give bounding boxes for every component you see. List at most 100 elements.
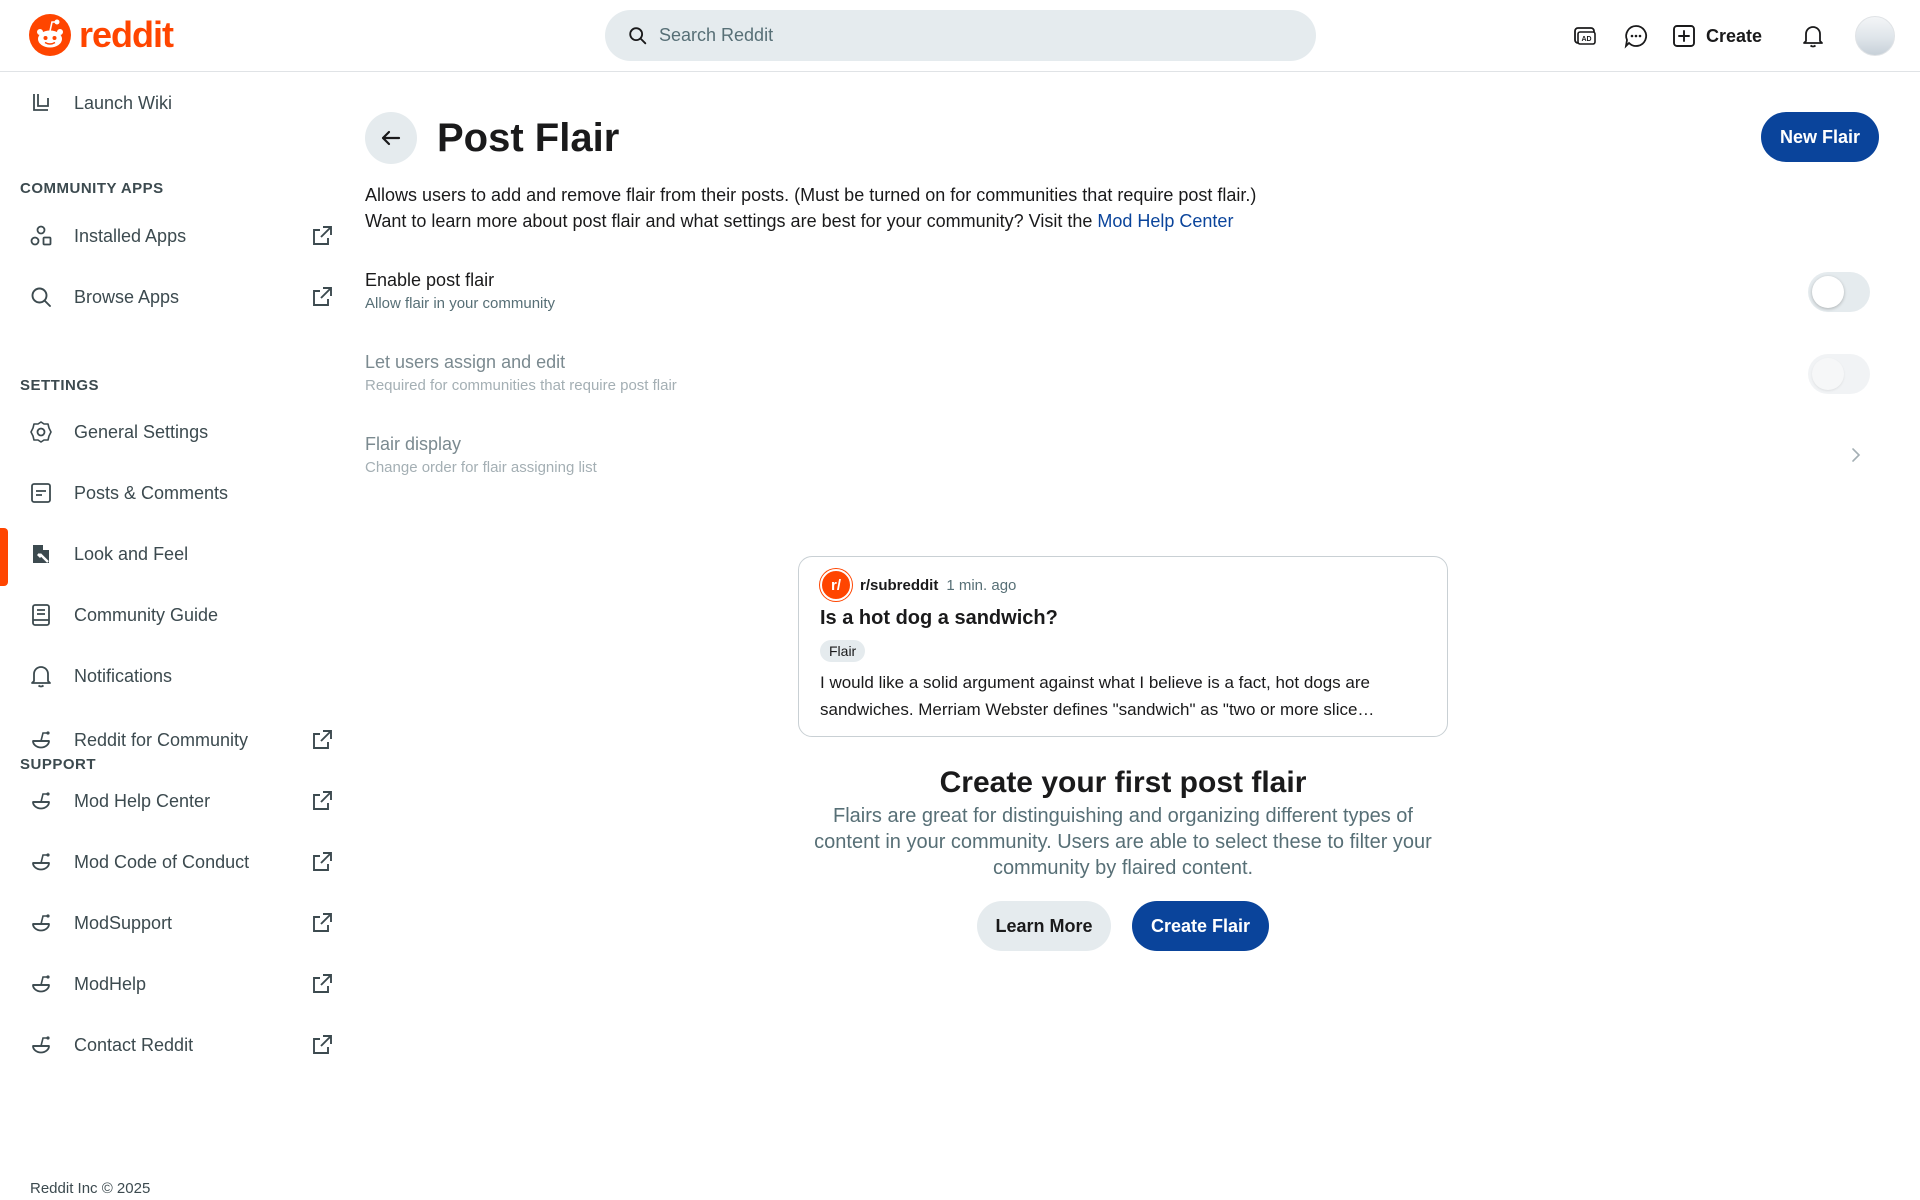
sidebar-item-contact-reddit[interactable]: Contact Reddit [0,1017,345,1073]
external-link-icon [313,913,332,932]
search-input[interactable] [659,25,1259,46]
sidebar-item-label: Installed Apps [74,225,187,246]
sidebar-item-label: General Settings [74,421,209,442]
logo-wordmark: reddit [79,14,174,55]
learn-more-button[interactable]: Learn More [977,901,1111,951]
sidebar-item-community-guide[interactable]: Community Guide [0,587,345,643]
page-title: Post Flair [437,116,620,160]
enable-post-flair-toggle[interactable] [1808,272,1870,312]
let-users-assign-toggle[interactable] [1808,354,1870,394]
setting-subtitle: Allow flair in your community [365,295,556,312]
post-icon [28,480,54,506]
sidebar-item-modhelp[interactable]: ModHelp [0,956,345,1012]
sidebar-item-posts-comments[interactable]: Posts & Comments [0,465,345,521]
setting-let-users-assign: Let users assign and edit Required for c… [365,350,1875,396]
create-flair-button[interactable]: Create Flair [1132,901,1269,951]
sidebar-item-label: Community Guide [74,604,219,625]
snoo-icon [28,1032,54,1058]
snoo-icon [28,910,54,936]
wiki-icon [28,90,54,116]
create-label: Create [1706,25,1763,46]
sidebar-item-label: Reddit for Community [74,729,249,750]
advertise-icon: AD [1574,27,1596,45]
description-line-1: Allows users to add and remove flair fro… [365,185,1257,205]
notification-icon [1803,26,1823,48]
sidebar-item-label: ModHelp [74,973,147,994]
external-link-icon [313,226,332,245]
sidebar-item-label: Mod Help Center [74,790,211,811]
sidebar-item-label: Browse Apps [74,286,180,307]
mod-help-center-link[interactable]: Mod Help Center [1097,211,1233,231]
snoo-icon [28,788,54,814]
sidebar-item-reddit-for-community[interactable]: Reddit for Community [0,712,345,768]
sidebar-item-general-settings[interactable]: General Settings [0,404,345,460]
subreddit-name: r/subreddit [860,576,939,594]
empty-state-title: Create your first post flair [939,766,1307,799]
chat-icon [1624,25,1648,49]
section-heading-settings: SETTINGS [20,377,100,394]
snoo-icon [28,727,54,753]
setting-enable-post-flair: Enable post flair Allow flair in your co… [365,268,1875,314]
bell-icon [28,663,54,689]
chat-button[interactable] [1620,20,1652,52]
sidebar-item-label: Look and Feel [74,543,189,564]
top-header: reddit AD Create [0,0,1920,72]
sidebar-item-label: Posts & Comments [74,482,229,503]
sidebar-item-label: Mod Code of Conduct [74,851,250,872]
setting-title: Enable post flair [365,270,495,290]
gear-icon [28,419,54,445]
sidebar-item-label: Notifications [74,665,173,686]
notifications-button[interactable] [1797,20,1829,52]
toggle-knob [1812,358,1844,390]
search-icon [28,284,54,310]
setting-subtitle: Change order for flair assigning list [365,459,597,476]
sidebar-item-notifications[interactable]: Notifications [0,648,345,704]
page-description: Allows users to add and remove flair fro… [365,182,1256,234]
description-line-2: Want to learn more about post flair and … [365,208,1256,234]
sidebar-item-look-and-feel[interactable]: Look and Feel [0,526,345,586]
external-link-icon [313,287,332,306]
snoo-logo-icon [29,14,71,56]
setting-flair-display[interactable]: Flair display Change order for flair ass… [365,432,1875,478]
chevron-right-icon[interactable] [1846,445,1866,465]
setting-title: Flair display [365,434,462,454]
post-meta: r/ r/subreddit 1 min. ago [820,569,1016,601]
new-flair-button[interactable]: New Flair [1761,112,1879,162]
external-link-icon [313,730,332,749]
arrow-left-icon [381,130,401,146]
user-avatar[interactable] [1855,16,1895,56]
sidebar-item-mod-help-center[interactable]: Mod Help Center [0,773,345,829]
external-link-icon [313,1035,332,1054]
setting-subtitle: Required for communities that require po… [365,377,677,394]
flair-tag: Flair [820,640,866,662]
sidebar-item-label: ModSupport [74,912,173,933]
reddit-logo[interactable]: reddit [29,14,174,56]
sidebar-item-label: Launch Wiki [74,92,173,113]
sidebar-item-mod-code-of-conduct[interactable]: Mod Code of Conduct [0,834,345,890]
sidebar-item-browse-apps[interactable]: Browse Apps [0,269,345,325]
description-text: Want to learn more about post flair and … [365,211,1093,231]
setting-title: Let users assign and edit [365,352,566,372]
left-sidebar: Launch Wiki COMMUNITY APPS Installed App… [0,73,345,1200]
sidebar-item-installed-apps[interactable]: Installed Apps [0,208,345,264]
brush-icon [28,541,54,567]
copyright-footer: Reddit Inc © 2025 [30,1180,151,1197]
sidebar-item-label: Contact Reddit [74,1034,194,1055]
create-button[interactable]: Create [1672,18,1762,54]
subreddit-icon: r/ [820,569,852,601]
search-bar[interactable] [605,10,1316,61]
post-time: 1 min. ago [946,576,1017,594]
create-icon [1673,25,1695,47]
advertise-button[interactable]: AD [1569,20,1601,52]
sidebar-item-launch-wiki[interactable]: Launch Wiki [0,75,345,131]
toggle-knob [1812,276,1844,308]
search-icon [629,26,647,44]
svg-text:AD: AD [1581,36,1591,43]
post-body: I would like a solid argument against wh… [820,673,1375,719]
sidebar-item-modsupport[interactable]: ModSupport [0,895,345,951]
back-button[interactable] [365,112,417,164]
snoo-icon [28,971,54,997]
external-link-icon [313,974,332,993]
installed-apps-icon [28,223,54,249]
section-heading-community-apps: COMMUNITY APPS [20,180,164,197]
